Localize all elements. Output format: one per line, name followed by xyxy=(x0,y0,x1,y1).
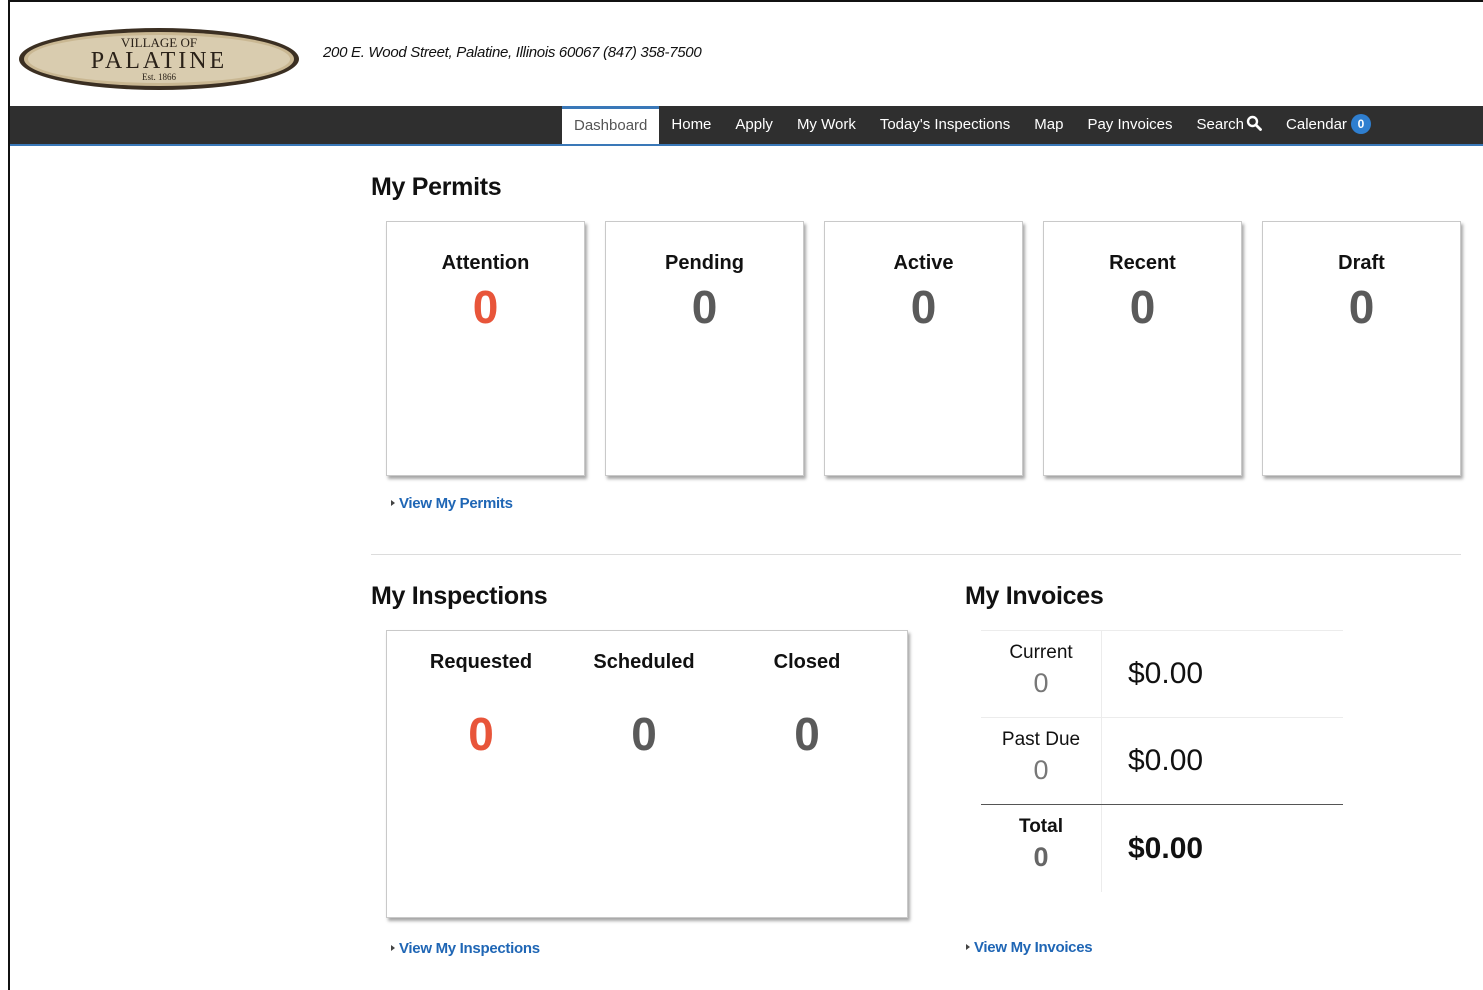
invoice-row-total[interactable]: Total 0 $0.00 xyxy=(981,804,1343,892)
my-invoices-title: My Invoices xyxy=(965,582,1104,610)
my-inspections-title: My Inspections xyxy=(371,582,548,610)
invoice-label: Total xyxy=(1019,816,1063,837)
inspection-count: 0 xyxy=(468,708,494,760)
address-text: 200 E. Wood Street, Palatine, Illinois 6… xyxy=(323,44,702,61)
nav-search[interactable]: Search xyxy=(1185,106,1275,144)
invoice-count: 0 xyxy=(1033,842,1049,872)
inspection-requested[interactable]: Requested 0 xyxy=(394,631,568,760)
view-my-permits-label: View My Permits xyxy=(399,495,513,512)
permit-card-count: 0 xyxy=(910,281,937,333)
nav-home[interactable]: Home xyxy=(659,106,723,144)
village-logo[interactable]: VILLAGE OF PALATINE Est. 1866 xyxy=(17,26,301,92)
permit-card-label: Recent xyxy=(1109,252,1176,274)
permit-card-label: Pending xyxy=(665,252,744,274)
triangle-right-icon xyxy=(966,944,970,950)
inspection-label: Closed xyxy=(773,651,841,673)
app-frame: VILLAGE OF PALATINE Est. 1866 200 E. Woo… xyxy=(8,0,1483,990)
permit-card-label: Attention xyxy=(441,252,530,274)
invoice-label: Current xyxy=(1009,642,1073,663)
triangle-right-icon xyxy=(391,500,395,506)
permit-card-count: 0 xyxy=(1348,281,1375,333)
view-my-invoices-link[interactable]: View My Invoices xyxy=(966,939,1093,956)
view-my-inspections-label: View My Inspections xyxy=(399,940,540,957)
invoice-count: 0 xyxy=(1033,668,1049,698)
permit-card-count: 0 xyxy=(691,281,718,333)
svg-text:Est. 1866: Est. 1866 xyxy=(142,72,177,82)
invoice-left-cell: Total 0 xyxy=(981,805,1102,892)
nav-calendar-label: Calendar xyxy=(1286,116,1347,133)
svg-text:PALATINE: PALATINE xyxy=(91,48,227,74)
triangle-right-icon xyxy=(391,945,395,951)
nav-dashboard[interactable]: Dashboard xyxy=(562,106,660,144)
nav-calendar[interactable]: Calendar 0 xyxy=(1274,106,1383,144)
view-my-permits-link[interactable]: View My Permits xyxy=(391,495,513,512)
inspection-label: Requested xyxy=(429,651,533,673)
inspection-label: Scheduled xyxy=(593,651,695,673)
main-nav: Dashboard Home Apply My Work Today's Ins… xyxy=(10,106,1483,146)
invoice-amount: $0.00 xyxy=(1128,744,1204,777)
inspections-panel: Requested 0 Scheduled 0 Closed 0 xyxy=(386,630,908,918)
calendar-count-badge: 0 xyxy=(1350,114,1371,134)
permit-card-count: 0 xyxy=(472,281,499,333)
inspection-count: 0 xyxy=(631,708,657,760)
inspection-scheduled[interactable]: Scheduled 0 xyxy=(557,631,731,760)
nav-map[interactable]: Map xyxy=(1022,106,1075,144)
inspection-closed[interactable]: Closed 0 xyxy=(720,631,894,760)
view-my-invoices-label: View My Invoices xyxy=(974,939,1093,956)
invoice-amount: $0.00 xyxy=(1128,832,1204,865)
permit-card-attention[interactable]: Attention 0 xyxy=(386,221,585,476)
nav-my-work[interactable]: My Work xyxy=(785,106,868,144)
permit-card-active[interactable]: Active 0 xyxy=(824,221,1023,476)
permit-card-count: 0 xyxy=(1129,281,1156,333)
permit-card-recent[interactable]: Recent 0 xyxy=(1043,221,1242,476)
inspection-count: 0 xyxy=(794,708,820,760)
invoice-amount: $0.00 xyxy=(1128,657,1204,690)
invoice-label: Past Due xyxy=(1001,729,1081,750)
nav-pay-invoices[interactable]: Pay Invoices xyxy=(1075,106,1184,144)
invoice-row-past-due[interactable]: Past Due 0 $0.00 xyxy=(981,717,1343,804)
search-icon xyxy=(1246,115,1262,131)
permit-cards: Attention 0 Pending 0 Active 0 Recent 0 … xyxy=(386,221,1461,476)
nav-apply[interactable]: Apply xyxy=(723,106,785,144)
invoices-table: Current 0 $0.00 Past Due 0 $0.00 Total 0… xyxy=(981,630,1343,892)
my-permits-title: My Permits xyxy=(371,173,502,201)
section-divider xyxy=(371,554,1461,555)
site-header: VILLAGE OF PALATINE Est. 1866 200 E. Woo… xyxy=(10,2,1483,106)
nav-todays-inspections[interactable]: Today's Inspections xyxy=(868,106,1022,144)
invoice-row-current[interactable]: Current 0 $0.00 xyxy=(981,630,1343,717)
view-my-inspections-link[interactable]: View My Inspections xyxy=(391,940,540,957)
permit-card-draft[interactable]: Draft 0 xyxy=(1262,221,1461,476)
invoice-left-cell: Past Due 0 xyxy=(981,718,1102,804)
nav-search-label: Search xyxy=(1196,116,1245,133)
permit-card-label: Active xyxy=(893,252,954,274)
invoice-left-cell: Current 0 xyxy=(981,631,1102,717)
permit-card-pending[interactable]: Pending 0 xyxy=(605,221,804,476)
invoice-count: 0 xyxy=(1033,755,1049,785)
permit-card-label: Draft xyxy=(1338,252,1385,274)
